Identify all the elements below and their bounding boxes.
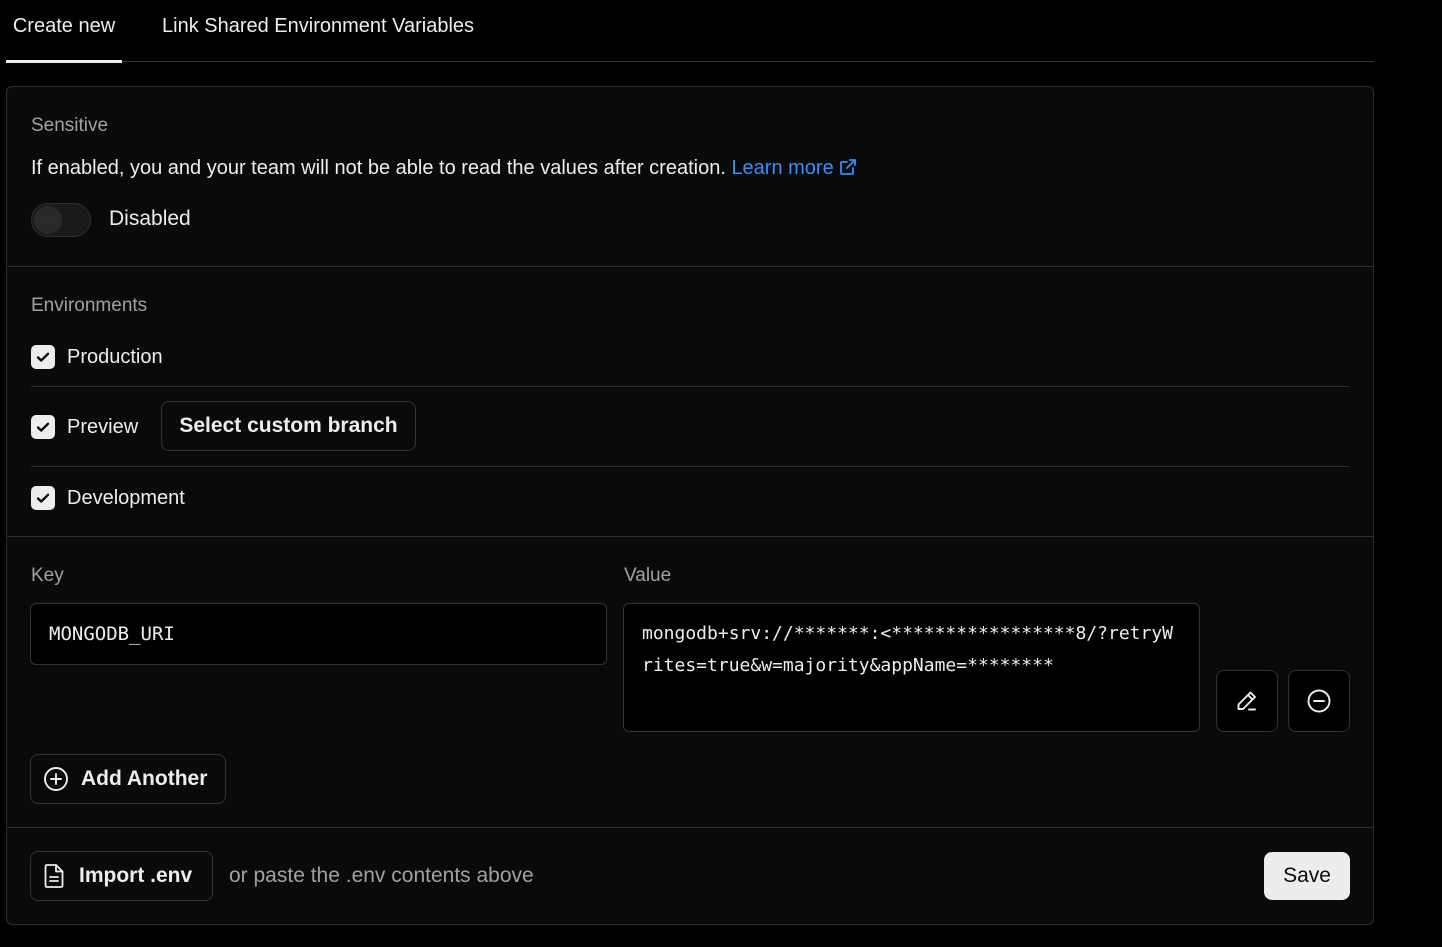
toggle-knob: [34, 206, 62, 234]
env-var-form: Sensitive If enabled, you and your team …: [6, 86, 1374, 925]
pencil-icon: [1237, 691, 1256, 711]
tab-create-new[interactable]: Create new: [6, 0, 122, 63]
sensitive-description: If enabled, you and your team will not b…: [31, 157, 858, 183]
paste-hint: or paste the .env contents above: [229, 864, 534, 887]
edit-value-button[interactable]: [1216, 670, 1278, 732]
plus-circle-icon: [44, 767, 68, 791]
file-icon: [44, 864, 64, 888]
key-value-section: Key Value MONGODB_URI mongodb+srv://****…: [7, 537, 1373, 828]
value-label: Value: [624, 565, 672, 586]
preview-checkbox[interactable]: [31, 415, 55, 439]
check-icon: [36, 493, 50, 503]
env-row-development: Development: [31, 467, 1349, 537]
check-icon: [36, 352, 50, 362]
tab-link-shared-env[interactable]: Link Shared Environment Variables: [162, 0, 474, 62]
production-label: Production: [67, 346, 163, 368]
footer-section: Import .env or paste the .env contents a…: [7, 828, 1373, 924]
save-button[interactable]: Save: [1264, 852, 1350, 900]
external-link-icon: [838, 157, 858, 183]
sensitive-toggle-state: Disabled: [109, 207, 191, 230]
sensitive-toggle[interactable]: [31, 203, 91, 237]
env-row-preview: Preview Select custom branch: [31, 387, 1349, 467]
sensitive-description-text: If enabled, you and your team will not b…: [31, 157, 726, 179]
value-input[interactable]: mongodb+srv://*******:<*****************…: [623, 603, 1200, 732]
environments-label: Environments: [31, 295, 148, 316]
select-custom-branch-button[interactable]: Select custom branch: [161, 401, 416, 451]
environments-section: Environments Production Preview Select c…: [7, 267, 1373, 537]
import-env-button[interactable]: Import .env: [30, 851, 213, 901]
key-label: Key: [31, 565, 64, 586]
env-row-production: Production: [31, 317, 1349, 387]
remove-variable-button[interactable]: [1288, 670, 1350, 732]
add-another-button[interactable]: Add Another: [30, 754, 226, 804]
key-input[interactable]: MONGODB_URI: [30, 603, 607, 665]
learn-more-label: Learn more: [731, 157, 834, 179]
development-label: Development: [67, 487, 185, 509]
learn-more-link[interactable]: Learn more: [731, 157, 857, 179]
preview-label: Preview: [67, 416, 139, 438]
development-checkbox[interactable]: [31, 486, 55, 510]
sensitive-section: Sensitive If enabled, you and your team …: [7, 87, 1373, 267]
add-another-label: Add Another: [81, 767, 208, 790]
tab-bar: Create new Link Shared Environment Varia…: [6, 0, 1374, 63]
sensitive-label: Sensitive: [31, 115, 109, 136]
minus-circle-icon: [1307, 689, 1331, 713]
check-icon: [36, 422, 50, 432]
import-env-label: Import .env: [79, 864, 193, 887]
production-checkbox[interactable]: [31, 345, 55, 369]
